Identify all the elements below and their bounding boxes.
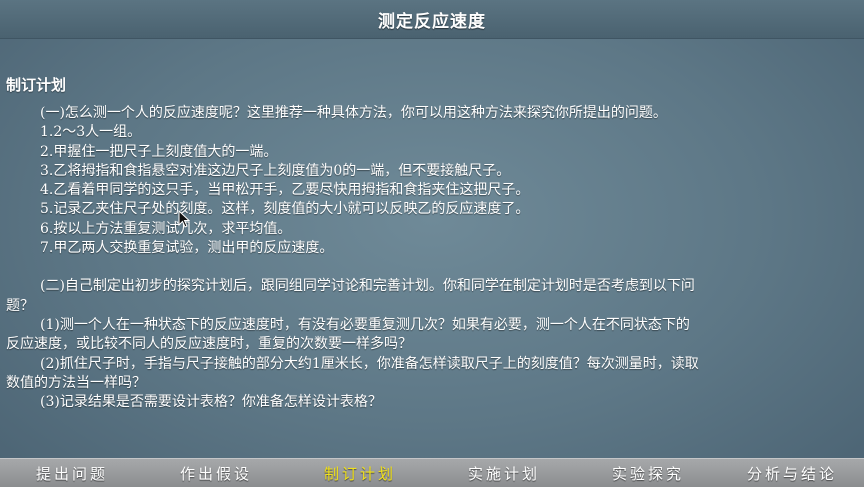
- step-2: 2.甲握住一把尺子上刻度值大的一端。: [40, 143, 278, 160]
- step-7: 7.甲乙两人交换重复试验，测出甲的反应速度。: [40, 240, 334, 257]
- mouse-cursor-icon: [178, 210, 190, 228]
- step-6: 6.按以上方法重复测试几次，求平均值。: [40, 220, 292, 237]
- content-area: (一)怎么测一个人的反应速度呢？这里推荐一种具体方法，你可以用这种方法来探究你所…: [6, 104, 862, 412]
- nav-item-hypothesis[interactable]: 作出假设: [144, 463, 288, 484]
- question-2-line2: 数值的方法当一样吗？: [6, 374, 146, 391]
- nav-item-execute-plan[interactable]: 实施计划: [432, 463, 576, 484]
- nav-item-analysis-conclusion[interactable]: 分析与结论: [720, 463, 864, 484]
- question-3: (3)记录结果是否需要设计表格？你准备怎样设计表格？: [40, 394, 382, 411]
- question-1-line1: (1)测一个人在一种状态下的反应速度时，有没有必要重复测几次？如果有必要，测一个…: [40, 316, 690, 333]
- bottom-nav-bar: 提出问题 作出假设 制订计划 实施计划 实验探究 分析与结论: [0, 458, 864, 487]
- question-1-line2: 反应速度，或比较不同人的反应速度时，重复的次数要一样多吗？: [6, 336, 412, 353]
- step-4: 4.乙看着甲同学的这只手，当甲松开手，乙要尽快用拇指和食指夹住这把尺子。: [40, 182, 530, 199]
- part1-intro: (一)怎么测一个人的反应速度呢？这里推荐一种具体方法，你可以用这种方法来探究你所…: [40, 105, 667, 121]
- question-2-line1: (2)抓住尺子时，手指与尺子接触的部分大约1厘米长，你准备怎样读取尺子上的刻度值…: [40, 355, 699, 372]
- page-title: 测定反应速度: [378, 11, 486, 32]
- title-bar: 测定反应速度: [0, 0, 864, 39]
- part2-intro-line2: 题？: [6, 297, 34, 314]
- step-3: 3.乙将拇指和食指悬空对准这边尺子上刻度值为0的一端，但不要接触尺子。: [40, 162, 511, 179]
- nav-item-experiment[interactable]: 实验探究: [576, 463, 720, 484]
- step-5: 5.记录乙夹住尺子处的刻度。这样，刻度值的大小就可以反映乙的反应速度了。: [40, 201, 530, 218]
- step-1: 1.2～3人一组。: [40, 124, 142, 141]
- nav-item-ask-question[interactable]: 提出问题: [0, 463, 144, 484]
- part2-intro-line1: (二)自己制定出初步的探究计划后，跟同组同学讨论和完善计划。你和同学在制定计划时…: [40, 278, 695, 295]
- section-heading: 制订计划: [6, 76, 67, 94]
- nav-item-make-plan[interactable]: 制订计划: [288, 463, 432, 484]
